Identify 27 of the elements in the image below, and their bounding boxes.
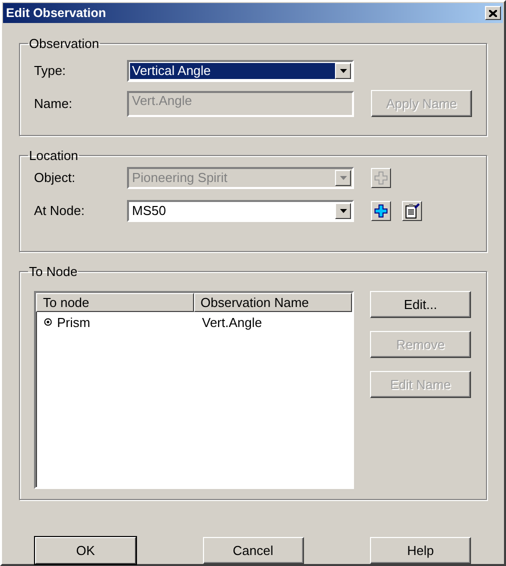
field-label: Name: [34, 96, 74, 111]
column-header[interactable]: To node [36, 293, 194, 312]
caret-icon [340, 68, 346, 72]
properties-button[interactable] [402, 200, 422, 220]
field-label: Object: [34, 170, 76, 185]
dialog-button[interactable]: Cancel [202, 537, 304, 564]
group-title: Observation [28, 36, 100, 51]
dialog-button[interactable]: OK [35, 537, 136, 564]
close-button[interactable] [485, 6, 501, 20]
side-button[interactable]: Edit... [370, 291, 471, 318]
group-title: To Node [28, 264, 78, 279]
table-cell-text: Vert.Angle [201, 314, 263, 330]
caret-icon [340, 176, 346, 180]
field-label: Type: [34, 63, 67, 78]
dropdown[interactable]: Vertical Angle [127, 60, 354, 82]
add-button[interactable] [371, 200, 391, 220]
dropdown[interactable]: MS50 [127, 200, 354, 222]
column-header[interactable]: Observation Name [194, 293, 352, 312]
caret-icon [340, 208, 346, 212]
table-cell: Prism [36, 314, 194, 330]
group-title: Location [28, 148, 80, 163]
field-label: At Node: [34, 203, 86, 218]
window-title: Edit Observation [6, 6, 106, 20]
target-icon [44, 318, 52, 326]
dialog-button[interactable]: Help [370, 537, 471, 564]
list-row[interactable]: Prism Vert.Angle [36, 312, 352, 332]
close-icon [489, 10, 497, 16]
